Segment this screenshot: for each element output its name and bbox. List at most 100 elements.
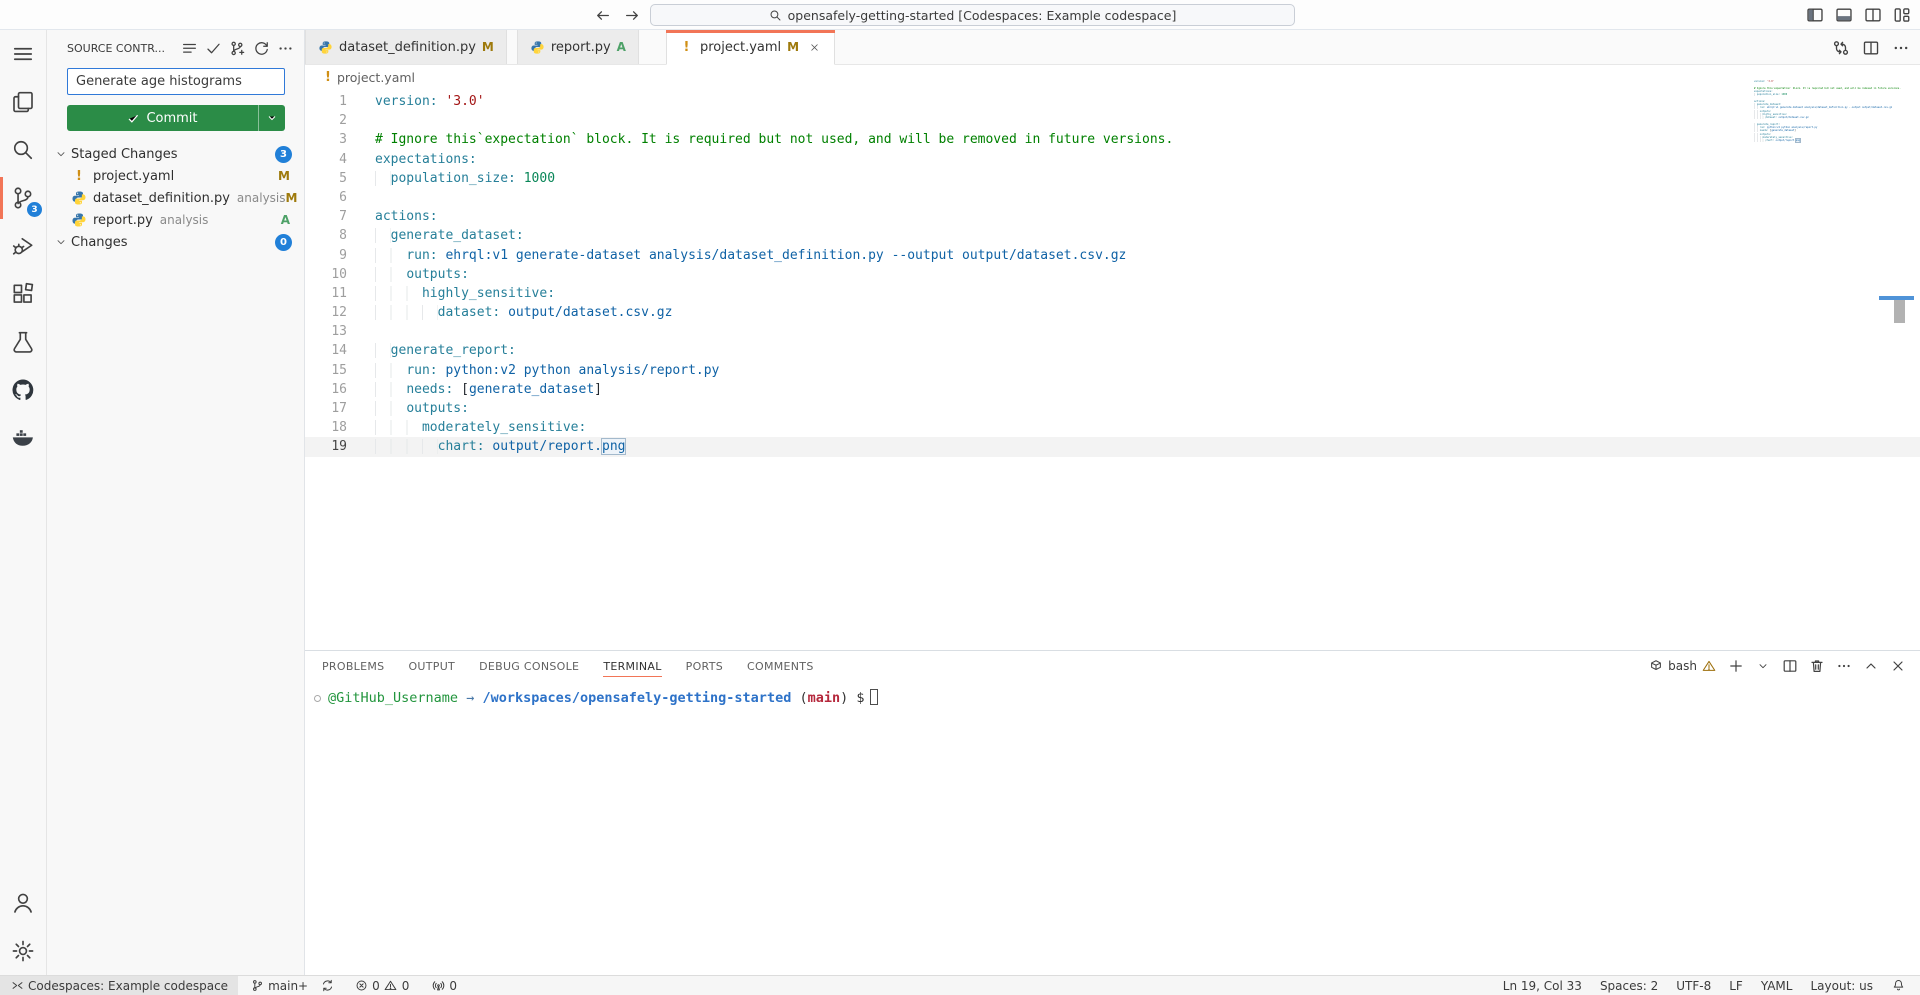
scm-file-row[interactable]: report.pyanalysisA [47, 209, 304, 231]
status-encoding[interactable]: UTF-8 [1667, 976, 1720, 995]
activity-item-extensions[interactable] [0, 270, 46, 318]
remote-indicator[interactable]: Codespaces: Example codespace [0, 976, 238, 995]
tab-close-icon[interactable] [807, 40, 822, 55]
terminal-shell-selector[interactable]: bash [1648, 658, 1717, 674]
activity-item-search[interactable] [0, 126, 46, 174]
editor-tab-report.py[interactable]: report.pyA [517, 30, 639, 64]
scm-file-row[interactable]: !project.yamlM [47, 165, 304, 187]
code-line-7[interactable]: 7actions: [305, 207, 1920, 226]
code-line-4[interactable]: 4expectations: [305, 150, 1920, 169]
toggle-primary-sidebar-icon[interactable] [1805, 5, 1825, 25]
code-line-11[interactable]: 11 highly_sensitive: [305, 284, 1920, 303]
scm-file-row[interactable]: dataset_definition.pyanalysisM [47, 187, 304, 209]
forward-arrow-icon[interactable] [622, 5, 642, 25]
new-terminal-icon[interactable] [1728, 658, 1744, 674]
activity-item-testing[interactable] [0, 318, 46, 366]
activity-item-menu[interactable] [0, 30, 46, 78]
create-branch-icon[interactable] [229, 40, 246, 57]
commit-button[interactable]: Commit [67, 105, 285, 131]
line-number: 4 [305, 150, 375, 169]
code-line-2[interactable]: 2 [305, 111, 1920, 130]
minimap[interactable]: version: '3.0' # Ignore this`expectation… [1754, 80, 1902, 143]
warning-icon: ! [325, 70, 331, 85]
code-line-15[interactable]: 15 run: python:v2 python analysis/report… [305, 361, 1920, 380]
panel-tab-problems[interactable]: PROBLEMS [322, 651, 384, 681]
section-label: Changes [71, 235, 128, 250]
activity-item-explorer[interactable] [0, 78, 46, 126]
status-notifications[interactable] [1882, 976, 1914, 995]
refresh-icon[interactable] [253, 40, 270, 57]
view-as-list-icon[interactable] [181, 40, 198, 57]
code-line-19[interactable]: 19 chart: output/report.png [305, 437, 1920, 456]
language-label: YAML [1761, 979, 1793, 993]
code-line-13[interactable]: 13 [305, 322, 1920, 341]
sidebar-title: SOURCE CONTR... [67, 42, 165, 55]
status-indentation[interactable]: Spaces: 2 [1591, 976, 1667, 995]
editor-tab-dataset_definition.py[interactable]: dataset_definition.pyM [305, 30, 507, 64]
command-center-search[interactable]: opensafely-getting-started [Codespaces: … [650, 4, 1295, 26]
customize-layout-icon[interactable] [1892, 5, 1912, 25]
status-keyboard-layout[interactable]: Layout: us [1801, 976, 1882, 995]
commit-dropdown-button[interactable] [258, 105, 285, 131]
activity-item-github[interactable] [0, 366, 46, 414]
toggle-panel-icon[interactable] [1834, 5, 1854, 25]
more-actions-icon[interactable] [1836, 658, 1852, 674]
panel-tab-terminal[interactable]: TERMINAL [603, 651, 661, 681]
code-line-14[interactable]: 14 generate_report: [305, 341, 1920, 360]
code-line-3[interactable]: 3# Ignore this`expectation` block. It is… [305, 130, 1920, 149]
scm-section-staged-changes[interactable]: Staged Changes3 [47, 143, 304, 165]
open-changes-icon[interactable] [1832, 39, 1850, 57]
branch-status-item[interactable]: main+ [244, 976, 314, 995]
status-eol[interactable]: LF [1720, 976, 1752, 995]
more-actions-icon[interactable] [1892, 39, 1910, 57]
maximize-panel-icon[interactable] [1863, 658, 1879, 674]
breadcrumb[interactable]: ! project.yaml [305, 65, 1920, 90]
ports-status-item[interactable]: 0 [425, 976, 463, 995]
code-line-1[interactable]: 1version: '3.0' [305, 92, 1920, 111]
code-editor[interactable]: 1version: '3.0'23# Ignore this`expectati… [305, 90, 1920, 457]
terminal[interactable]: @GitHub_Username → /workspaces/opensafel… [305, 681, 1920, 708]
more-actions-icon[interactable] [277, 40, 294, 57]
commit-message-input[interactable] [67, 68, 285, 95]
overview-ruler-slider[interactable] [1894, 300, 1905, 323]
panel-tab-comments[interactable]: COMMENTS [747, 651, 814, 681]
toggle-secondary-sidebar-icon[interactable] [1863, 5, 1883, 25]
code-line-5[interactable]: 5 population_size: 1000 [305, 169, 1920, 188]
code-line-10[interactable]: 10 outputs: [305, 265, 1920, 284]
panel-tab-output[interactable]: OUTPUT [408, 651, 455, 681]
line-content: population_size: 1000 [375, 169, 555, 188]
code-line-6[interactable]: 6 [305, 188, 1920, 207]
code-line-12[interactable]: 12 dataset: output/dataset.csv.gz [305, 303, 1920, 322]
panel-tab-debug-console[interactable]: DEBUG CONSOLE [479, 651, 579, 681]
sync-status-item[interactable] [314, 976, 340, 995]
code-line-17[interactable]: 17 outputs: [305, 399, 1920, 418]
activity-item-docker[interactable] [0, 414, 46, 462]
status-language[interactable]: YAML [1752, 976, 1802, 995]
scm-section-changes[interactable]: Changes0 [47, 231, 304, 253]
line-number: 14 [305, 341, 375, 360]
split-terminal-icon[interactable] [1782, 658, 1798, 674]
commit-check-icon[interactable] [205, 40, 222, 57]
status-cursor-position[interactable]: Ln 19, Col 33 [1494, 976, 1591, 995]
code-line-8[interactable]: 8 generate_dataset: [305, 226, 1920, 245]
code-line-9[interactable]: 9 run: ehrql:v1 generate-dataset analysi… [305, 246, 1920, 265]
shell-icon [1648, 658, 1664, 674]
code-line-18[interactable]: 18 moderately_sensitive: [305, 418, 1920, 437]
terminal-dropdown-icon[interactable] [1755, 658, 1771, 674]
line-number: 5 [305, 169, 375, 188]
close-panel-icon[interactable] [1890, 658, 1906, 674]
activity-item-settings[interactable] [0, 927, 46, 975]
activity-item-source-control[interactable]: 3 [0, 174, 46, 222]
chevron-down-icon [53, 146, 69, 162]
editor-tab-project.yaml[interactable]: !project.yamlM [666, 30, 835, 65]
activity-item-accounts[interactable] [0, 879, 46, 927]
line-content: run: python:v2 python analysis/report.py [375, 361, 719, 380]
back-arrow-icon[interactable] [592, 5, 612, 25]
problems-status-item[interactable]: 0 0 [348, 976, 415, 995]
split-editor-icon[interactable] [1862, 39, 1880, 57]
activity-item-run-debug[interactable] [0, 222, 46, 270]
kill-terminal-icon[interactable] [1809, 658, 1825, 674]
panel-tab-ports[interactable]: PORTS [686, 651, 723, 681]
bottom-panel: PROBLEMS OUTPUT DEBUG CONSOLE TERMINAL PORTS… [305, 650, 1920, 975]
code-line-16[interactable]: 16 needs: [generate_dataset] [305, 380, 1920, 399]
